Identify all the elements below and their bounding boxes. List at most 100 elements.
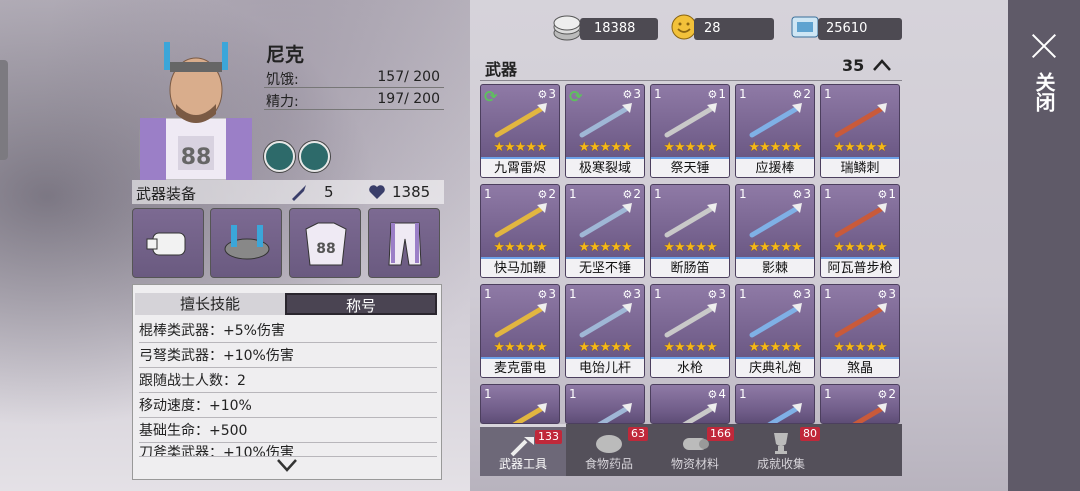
- weapon-name: 影棘: [736, 257, 814, 277]
- weapon-art-icon: [579, 203, 632, 238]
- weapon-art-icon: [494, 203, 547, 238]
- trait-badge-1-icon[interactable]: [264, 141, 295, 172]
- weapon-card[interactable]: 1 3 ★★★★★ 电饴儿杆: [565, 284, 645, 378]
- weapon-name: 电饴儿杆: [566, 357, 644, 377]
- tab-skills[interactable]: 擅长技能: [135, 293, 285, 315]
- weapon-art-icon: [597, 403, 632, 423]
- weapon-name: 煞晶: [821, 357, 899, 377]
- section-divider: [480, 80, 902, 81]
- jersey-icon: 88: [305, 222, 347, 266]
- weapon-name: 无坚不锤: [566, 257, 644, 277]
- equip-slot-body[interactable]: 88: [289, 208, 361, 278]
- weapon-level: 3: [622, 287, 641, 301]
- equipment-header: 武器装备 5 1385: [132, 180, 444, 204]
- weapon-level: 3: [877, 287, 896, 301]
- weapon-count: 1: [484, 287, 492, 301]
- weapon-card[interactable]: 1 2 ★★★★★ 应援棒: [735, 84, 815, 178]
- skill-row: 移动速度：+10%: [139, 394, 437, 418]
- equipment-title: 武器装备: [136, 185, 197, 203]
- weapon-art-icon: [852, 403, 887, 423]
- category-tab-bar: 133 武器工具 63 食物药品 166 物资材料 80 成就收集: [480, 424, 902, 476]
- close-panel[interactable]: 关闭: [1008, 0, 1080, 491]
- weapon-card[interactable]: 1 3 ★★★★★ 煞晶: [820, 284, 900, 378]
- weapon-art-icon: [579, 103, 632, 138]
- weapon-count: 1: [484, 187, 492, 201]
- weapon-card[interactable]: 12: [820, 384, 900, 424]
- weapon-card[interactable]: 1 1 ★★★★★ 祭天锤: [650, 84, 730, 178]
- weapon-card[interactable]: 1: [735, 384, 815, 424]
- weapon-level: 3: [537, 87, 556, 101]
- star-rating: ★★★★★: [833, 140, 887, 155]
- coin-stack-icon: [553, 15, 581, 41]
- tab-titles[interactable]: 称号: [285, 293, 437, 315]
- chevron-down-icon[interactable]: [276, 457, 298, 473]
- weapon-art-icon: [749, 203, 802, 238]
- weapon-card[interactable]: 1 1 ★★★★★ 阿瓦普步枪: [820, 184, 900, 278]
- tab-food-medicine[interactable]: 63 食物药品: [566, 424, 652, 476]
- side-drawer-handle[interactable]: [0, 60, 8, 160]
- weapon-level: 1: [707, 87, 726, 101]
- weapon-level: 2: [537, 187, 556, 201]
- trophy-icon: [774, 433, 788, 454]
- tab-materials[interactable]: 166 物资材料: [652, 424, 738, 476]
- weapon-card[interactable]: 1 ★★★★★ 断肠笛: [650, 184, 730, 278]
- tab-achievements[interactable]: 80 成就收集: [738, 424, 824, 476]
- trait-badge-2-icon[interactable]: [299, 141, 330, 172]
- star-rating: ★★★★★: [748, 140, 802, 155]
- health-value: 1385: [392, 183, 431, 201]
- skill-row: 刀斧类武器：+10%伤害: [139, 443, 437, 457]
- tickets-value: 25610: [818, 18, 902, 40]
- weapon-card[interactable]: 1 3 ★★★★★ 庆典礼炮: [735, 284, 815, 378]
- weapon-art-icon: [579, 303, 632, 338]
- tab-label: 武器工具: [498, 457, 547, 471]
- hunger-value: 157/ 200: [377, 69, 440, 85]
- weapon-count: 1: [824, 387, 832, 401]
- star-rating: ★★★★★: [663, 140, 717, 155]
- weapon-art-icon: [834, 203, 887, 238]
- weapon-card[interactable]: 1: [565, 384, 645, 424]
- attack-value: 5: [324, 183, 334, 201]
- equip-slot-hand[interactable]: [132, 208, 204, 278]
- weapon-card[interactable]: ⟳3★★★★★极寒裂域: [565, 84, 645, 178]
- star-rating: ★★★★★: [493, 140, 547, 155]
- tab-label: 食物药品: [584, 457, 633, 471]
- weapon-card[interactable]: 1 2 ★★★★★ 无坚不锤: [565, 184, 645, 278]
- tab-weapons-tools[interactable]: 133 武器工具: [480, 424, 566, 476]
- energy-label: 精力:: [266, 94, 299, 110]
- weapon-card[interactable]: 1: [480, 384, 560, 424]
- weapon-card[interactable]: 1 3 ★★★★★ 影棘: [735, 184, 815, 278]
- weapon-name: 应援棒: [736, 157, 814, 177]
- star-rating: ★★★★★: [663, 340, 717, 355]
- tab-badge: 63: [628, 427, 648, 441]
- weapon-count: 1: [654, 187, 662, 201]
- weapon-name: 极寒裂域: [566, 157, 644, 177]
- weapon-art-icon: [494, 303, 547, 338]
- weapon-count: 1: [654, 87, 662, 101]
- weapon-level: 3: [792, 187, 811, 201]
- chevron-up-icon[interactable]: [872, 58, 892, 72]
- weapon-level: 1: [877, 187, 896, 201]
- weapon-count: 1: [824, 87, 832, 101]
- equip-slot-legs[interactable]: [368, 208, 440, 278]
- weapon-art-icon: [749, 303, 802, 338]
- weapon-card[interactable]: ⟳3★★★★★九霄雷烬: [480, 84, 560, 178]
- weapon-card[interactable]: 4: [650, 384, 730, 424]
- weapon-level: 3: [792, 287, 811, 301]
- fist-icon: [146, 232, 186, 256]
- hunger-label: 饥饿:: [266, 72, 299, 88]
- weapon-art-icon: [664, 303, 717, 338]
- energy-row: 精力: 197/ 200: [264, 90, 444, 110]
- weapon-card[interactable]: 1 3 ★★★★★ 麦克雷电: [480, 284, 560, 378]
- weapon-name: 瑞鳞刺: [821, 157, 899, 177]
- star-rating: ★★★★★: [833, 340, 887, 355]
- weapon-card[interactable]: 1 3 ★★★★★ 水枪: [650, 284, 730, 378]
- star-rating: ★★★★★: [748, 240, 802, 255]
- close-icon[interactable]: [1030, 32, 1058, 60]
- svg-text:88: 88: [181, 145, 212, 170]
- weapon-card[interactable]: 1 2 ★★★★★ 快马加鞭: [480, 184, 560, 278]
- weapon-name: 阿瓦普步枪: [821, 257, 899, 277]
- weapon-card[interactable]: 1 ★★★★★ 瑞鳞刺: [820, 84, 900, 178]
- weapon-level: 4: [707, 387, 726, 401]
- weapon-count: 1: [739, 187, 747, 201]
- equip-slot-head[interactable]: [210, 208, 282, 278]
